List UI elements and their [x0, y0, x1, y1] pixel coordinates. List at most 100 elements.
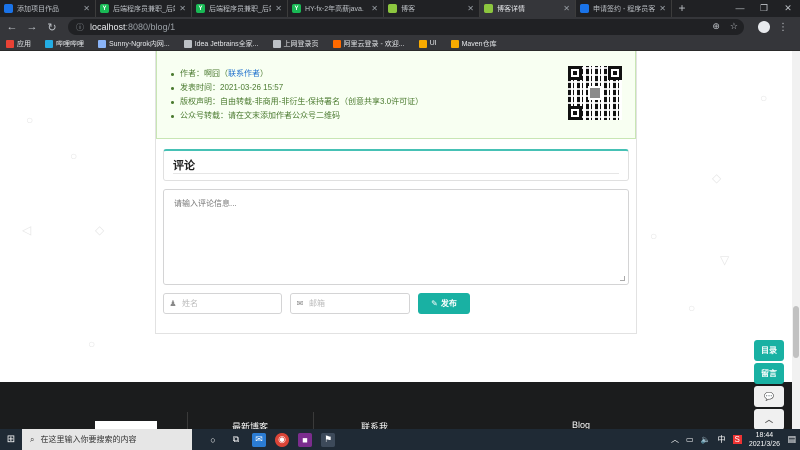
message-button[interactable]: 留言 [754, 363, 784, 384]
tab-close-icon[interactable]: ✕ [467, 4, 474, 13]
maximize-button[interactable]: ❐ [752, 0, 776, 17]
contact-author-link[interactable]: 联系作者 [228, 67, 260, 81]
mail-app-icon[interactable]: ✉ [252, 432, 266, 447]
name-field[interactable]: ♟ [163, 293, 282, 314]
bg-triangle-icon: ▽ [720, 253, 730, 267]
window-controls: — ❐ ✕ [728, 0, 800, 17]
page-viewport: ○ ○ ◁ ◇ ◇ ○ ▽ ○ ○ ○ 作者：啊囧（ 联系作者） 发表时间：202… [0, 51, 800, 429]
clock[interactable]: 18:44 2021/3/26 [749, 431, 780, 449]
tab-close-icon[interactable]: ✕ [563, 4, 570, 13]
resize-handle[interactable] [620, 276, 625, 281]
bg-circle-icon: ○ [88, 337, 96, 351]
bookmark-item[interactable]: 应用 [6, 39, 31, 49]
browser-toolbar: ← → ↻ ⓘ localhost :8080/blog/1 ⊕ ☆ ⋮ [0, 17, 800, 37]
windows-start-icon[interactable]: ⊞ [0, 434, 22, 445]
toc-button[interactable]: 目录 [754, 340, 784, 361]
bookmark-label: UI [429, 40, 437, 47]
browser-tab[interactable]: 博客 ✕ [384, 0, 480, 17]
notification-icon[interactable]: ▤ [787, 434, 796, 445]
tab-favicon-icon: Y [100, 4, 109, 13]
tray-expand-icon[interactable]: ︿ [671, 434, 679, 445]
bookmark-item[interactable]: Idea Jetbrains全家... [183, 39, 259, 49]
tab-close-icon[interactable]: ✕ [659, 4, 666, 13]
tab-close-icon[interactable]: ✕ [179, 4, 186, 13]
wechat-icon[interactable]: 💬 [754, 386, 784, 407]
info-icon[interactable]: ⓘ [76, 22, 84, 33]
footer-latest-heading: 最新博客 [232, 422, 269, 429]
bg-circle-icon: ○ [760, 91, 768, 105]
cortana-icon[interactable]: ○ [206, 433, 220, 447]
browser-tab[interactable]: Y 后端程序员兼职_后端 ✕ [96, 0, 192, 17]
new-tab-button[interactable]: + [672, 0, 692, 17]
tab-close-icon[interactable]: ✕ [83, 4, 90, 13]
comment-header: 评论 [163, 149, 629, 181]
browser-tab[interactable]: 添加项目作品 ✕ [0, 0, 96, 17]
bookmark-icon [98, 39, 106, 48]
tab-title: 申请签约 - 程序员客栈 [593, 5, 655, 13]
bookmarks-bar: 应用 哔哩哔哩 Sunny-Ngrok内网... Idea Jetbrains全家..… [0, 37, 800, 51]
browser-tab[interactable]: 申请签约 - 程序员客栈 ✕ [576, 0, 672, 17]
app-icon[interactable]: ⚑ [321, 432, 335, 447]
repost-notice: 公众号转载：请在文末添加作者公众号二维码 [171, 109, 423, 123]
tab-favicon-icon [4, 4, 13, 13]
task-view-icon[interactable]: ⧉ [229, 433, 243, 447]
bg-circle-icon: ○ [70, 149, 78, 163]
email-input[interactable] [309, 299, 399, 308]
taskbar-search-placeholder: 在这里输入你要搜索的内容 [40, 435, 137, 444]
browser-tab[interactable]: 博客详情 ✕ [480, 0, 576, 17]
publish-button[interactable]: ✎ 发布 [418, 293, 470, 314]
blog-card: 作者：啊囧（ 联系作者） 发表时间：2021-03-26 15:57 版权声明：自… [155, 51, 637, 334]
bookmark-item[interactable]: UI [418, 39, 437, 48]
bookmark-label: Maven仓库 [461, 40, 497, 48]
forward-icon[interactable]: → [24, 21, 40, 33]
bg-circle-icon: ○ [688, 301, 696, 315]
bookmark-item[interactable]: 阿里云登录 - 欢迎... [332, 39, 405, 49]
sogou-icon[interactable]: S [732, 435, 742, 444]
name-input[interactable] [182, 299, 272, 308]
publish-time: 发表时间：2021-03-26 15:57 [171, 81, 423, 95]
browser-tab[interactable]: Y HY-fx-2年高薪java. ✕ [288, 0, 384, 17]
bookmark-label: Sunny-Ngrok内网... [109, 40, 170, 48]
scrollbar-thumb[interactable] [793, 306, 799, 358]
back-icon[interactable]: ← [4, 21, 20, 33]
bookmark-icon [272, 39, 281, 48]
profile-avatar[interactable] [758, 21, 770, 33]
tab-close-icon[interactable]: ✕ [275, 4, 282, 13]
bookmark-item[interactable]: Sunny-Ngrok内网... [98, 39, 170, 49]
ime-indicator[interactable]: 中 [718, 434, 726, 445]
browser-tab[interactable]: Y 后端程序员兼职_后端 ✕ [192, 0, 288, 17]
post-info-list: 作者：啊囧（ 联系作者） 发表时间：2021-03-26 15:57 版权声明：自… [171, 67, 423, 123]
tab-title: 后端程序员兼职_后端 [209, 5, 271, 13]
browser-menu-icon[interactable]: ⋮ [778, 22, 788, 33]
bookmark-item[interactable]: 哔哩哔哩 [45, 39, 84, 49]
bookmark-star-icon[interactable]: ☆ [730, 21, 738, 32]
bookmark-icon [450, 39, 459, 48]
comment-title: 评论 [173, 160, 195, 172]
bg-diamond-icon: ◇ [712, 171, 722, 185]
tab-title: 博客 [401, 5, 415, 13]
reload-icon[interactable]: ↻ [44, 21, 60, 34]
system-tray: ︿ ▭ 🔈 中 S 18:44 2021/3/26 [671, 429, 780, 450]
network-icon[interactable]: ▭ [686, 435, 694, 444]
bookmark-item[interactable]: 上网登录页 [272, 39, 319, 49]
bg-circle-icon: ○ [26, 113, 34, 127]
close-window-button[interactable]: ✕ [776, 0, 800, 17]
address-bar[interactable]: ⓘ localhost :8080/blog/1 ⊕ ☆ [68, 19, 744, 35]
page-scrollbar[interactable] [792, 51, 800, 429]
zoom-icon[interactable]: ⊕ [712, 21, 720, 32]
volume-icon[interactable]: 🔈 [701, 435, 711, 444]
qr-code [568, 66, 622, 120]
search-icon: ⌕ [30, 434, 35, 444]
windows-taskbar: ⊞ ⌕ 在这里输入你要搜索的内容 ○ ⧉ ✉ ◉ ■ ⚑ ︿ ▭ 🔈 中 S 1… [0, 429, 800, 450]
intellij-icon[interactable]: ■ [298, 432, 312, 447]
email-field[interactable]: ✉ [290, 293, 410, 314]
comment-textarea[interactable] [163, 189, 629, 285]
bookmark-item[interactable]: Maven仓库 [450, 39, 497, 49]
back-to-top-icon[interactable]: ︿ [754, 409, 784, 429]
minimize-button[interactable]: — [728, 0, 752, 17]
chrome-icon[interactable]: ◉ [275, 432, 289, 447]
tab-close-icon[interactable]: ✕ [371, 4, 378, 13]
tab-title: HY-fx-2年高薪java. [305, 5, 364, 13]
taskbar-search[interactable]: ⌕ 在这里输入你要搜索的内容 [22, 429, 192, 450]
tab-title: 博客详情 [497, 5, 525, 13]
